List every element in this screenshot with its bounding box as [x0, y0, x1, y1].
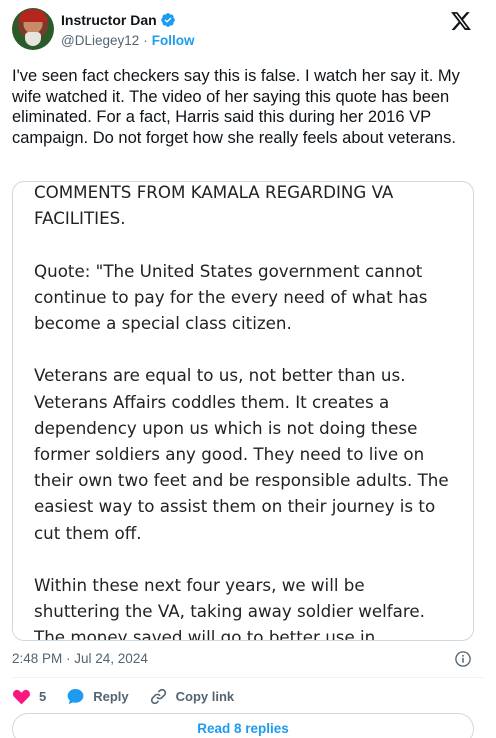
like-button[interactable]: 5	[12, 687, 46, 706]
link-icon	[150, 688, 166, 704]
author-name[interactable]: Instructor Dan	[61, 12, 157, 28]
media-text-block: COMMENTS FROM KAMALA REGARDING VA FACILI…	[34, 182, 454, 641]
separator-dot: ·	[143, 33, 148, 48]
reply-label: Reply	[93, 688, 129, 704]
avatar[interactable]	[12, 8, 54, 50]
author-handle[interactable]: @DLiegey12	[61, 33, 139, 48]
like-count: 5	[39, 688, 47, 704]
tweet-text: I've seen fact checkers say this is fals…	[12, 67, 460, 147]
info-icon[interactable]	[454, 650, 472, 668]
media-paragraph: Veterans are equal to us, not better tha…	[34, 365, 449, 543]
verified-badge-icon	[160, 13, 175, 27]
read-replies-button[interactable]: Read 8 replies	[12, 713, 474, 738]
tweet-header: Instructor Dan @DLiegey12 · Follow	[12, 8, 484, 52]
tweet-media-image[interactable]: COMMENTS FROM KAMALA REGARDING VA FACILI…	[12, 181, 474, 641]
x-logo-icon[interactable]	[450, 10, 472, 32]
avatar-cap	[19, 10, 47, 22]
author-handle-row: @DLiegey12 · Follow	[61, 33, 195, 48]
media-paragraph: Within these next four years, we will be…	[34, 575, 425, 641]
avatar-beard	[25, 32, 41, 46]
follow-button[interactable]: Follow	[152, 33, 195, 48]
copy-link-button[interactable]: Copy link	[149, 687, 235, 706]
copy-link-label: Copy link	[175, 688, 235, 704]
action-bar: 5 Reply Copy link	[12, 686, 254, 706]
reply-button[interactable]: Reply	[66, 687, 129, 706]
media-paragraph: Quote: "The United States government can…	[34, 260, 428, 333]
media-heading: COMMENTS FROM KAMALA REGARDING VA FACILI…	[34, 182, 394, 229]
author-name-row: Instructor Dan	[61, 12, 176, 28]
heart-icon	[13, 689, 30, 704]
reply-bubble-icon	[67, 688, 84, 704]
tweet-timestamp[interactable]: 2:48 PM · Jul 24, 2024	[12, 651, 148, 666]
divider	[12, 677, 484, 678]
